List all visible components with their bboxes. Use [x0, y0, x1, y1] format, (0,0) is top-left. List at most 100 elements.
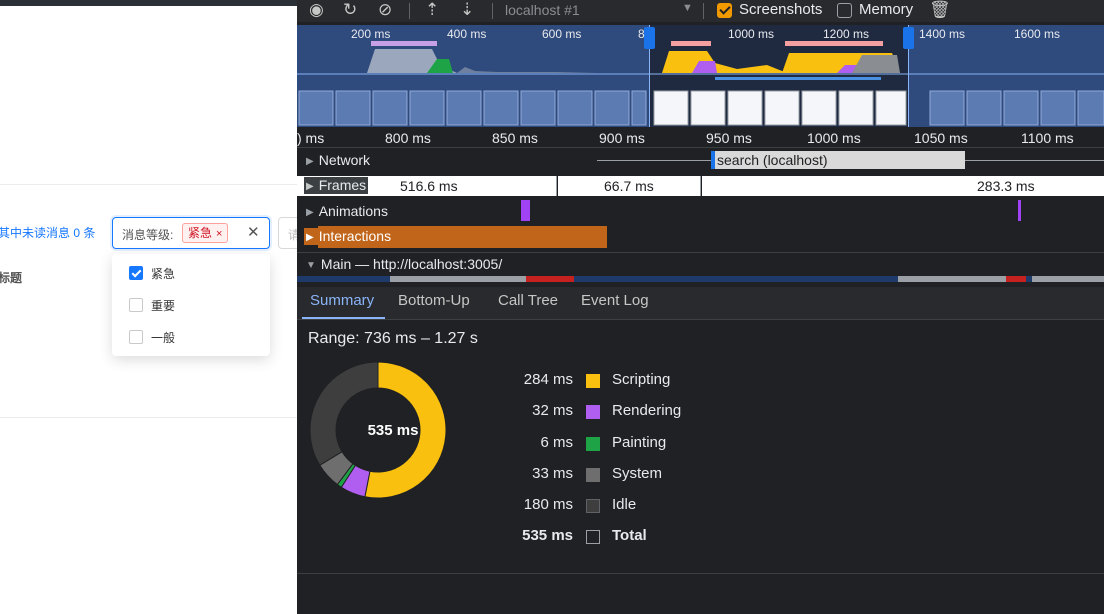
overview-tick: 8 [638, 27, 645, 41]
overview-tick: 1400 ms [919, 27, 966, 41]
ruler-tick: 800 ms [385, 130, 431, 146]
network-request-bar[interactable]: search (localhost) [711, 151, 965, 169]
reload-icon[interactable]: ↻ [343, 0, 357, 20]
level-option-normal[interactable]: 一般 [129, 329, 175, 347]
level-option-urgent[interactable]: 紧急 [129, 265, 175, 283]
timeline-overview[interactable]: 200 ms 400 ms 600 ms 8 1000 ms 1200 ms 1… [297, 25, 1104, 127]
level-dropdown-menu: 紧急 重要 一般 [112, 254, 270, 356]
expand-triangle-icon[interactable]: ▶ [306, 207, 314, 218]
overview-tick: 400 ms [447, 27, 487, 41]
overview-graph [297, 25, 1104, 127]
animation-marker[interactable] [1018, 200, 1021, 221]
checkbox-checked-icon[interactable] [129, 266, 143, 280]
screenshots-label[interactable]: Screenshots [739, 1, 822, 18]
summary-row-name: Idle [612, 496, 637, 513]
trash-icon[interactable]: 🗑 [929, 0, 951, 20]
collapse-triangle-icon[interactable]: ▼ [306, 260, 316, 271]
animations-track-header[interactable]: ▶ Animations [306, 203, 388, 219]
summary-row-idle: 180 ms Idle [497, 494, 797, 516]
profile-select[interactable]: localhost #1 [505, 2, 580, 18]
main-track-label: Main — http://localhost:3005/ [320, 256, 503, 272]
long-task-marker[interactable] [526, 276, 574, 282]
network-track[interactable]: ▶ Network search (localhost) [297, 149, 1104, 173]
tag-close-icon[interactable]: × [216, 228, 222, 240]
tab-summary[interactable]: Summary [310, 292, 374, 309]
donut-total-label: 535 ms [367, 422, 419, 439]
task-block[interactable] [390, 276, 526, 282]
ruler-tick: 1050 ms [914, 130, 968, 146]
tab-event-log[interactable]: Event Log [581, 292, 649, 309]
summary-row-name: Rendering [612, 402, 682, 419]
interactions-track[interactable]: ▶ Interactions [297, 224, 1104, 250]
long-task-marker[interactable] [1006, 276, 1026, 282]
task-block[interactable] [1032, 276, 1104, 282]
download-icon[interactable]: ⇣ [460, 0, 474, 20]
toolbar-separator [492, 3, 493, 19]
checkbox-icon[interactable] [129, 298, 143, 312]
summary-row-value: 32 ms [532, 402, 573, 419]
upload-icon[interactable]: ⇡ [425, 0, 439, 20]
frames-track-header[interactable]: ▶ Frames [304, 177, 369, 195]
task-block[interactable] [898, 276, 1006, 282]
network-track-header[interactable]: ▶ Network [306, 152, 370, 168]
overview-tick: 200 ms [351, 27, 391, 41]
frame-segment[interactable]: 66.7 ms [558, 176, 701, 196]
frames-track[interactable]: 516.6 ms 66.7 ms 283.3 ms ▶ Frames [297, 175, 1104, 196]
summary-row-painting: 6 ms Painting [497, 432, 797, 454]
frames-track-label: Frames [318, 177, 367, 193]
overview-tick: 600 ms [542, 27, 582, 41]
request-whisker [597, 160, 711, 161]
ruler-tick: 950 ms [706, 130, 752, 146]
record-icon[interactable]: ◉ [309, 0, 324, 20]
expand-triangle-icon[interactable]: ▶ [306, 156, 314, 167]
overview-tick: 1600 ms [1014, 27, 1061, 41]
interactions-track-label: Interactions [318, 228, 392, 244]
tab-call-tree[interactable]: Call Tree [498, 292, 558, 309]
toolbar-separator [703, 3, 704, 19]
option-label: 重要 [151, 299, 176, 313]
summary-row-value: 284 ms [523, 371, 573, 388]
main-thread-track[interactable]: ▼ Main — http://localhost:3005/ [297, 252, 1104, 288]
memory-checkbox[interactable] [837, 3, 852, 18]
option-label: 紧急 [151, 267, 176, 281]
message-level-select[interactable]: 消息等级: 紧急 × ✕ [112, 217, 270, 249]
ruler-tick: 850 ms [492, 130, 538, 146]
ruler-tick: 1000 ms [807, 130, 861, 146]
frame-segment[interactable]: 283.3 ms [702, 176, 1104, 196]
selected-level-tag[interactable]: 紧急 × [182, 223, 229, 243]
legend-swatch [586, 468, 600, 482]
expand-triangle-icon[interactable]: ▶ [306, 178, 314, 195]
summary-row-rendering: 32 ms Rendering [497, 400, 797, 422]
chevron-down-icon[interactable]: ▼ [682, 2, 693, 14]
next-filter-input[interactable]: 请 [278, 217, 298, 249]
checkbox-icon[interactable] [129, 330, 143, 344]
animation-marker[interactable] [521, 200, 530, 221]
option-label: 一般 [151, 331, 176, 345]
active-tab-indicator [302, 317, 385, 319]
summary-range: Range: 736 ms – 1.27 s [308, 330, 478, 347]
summary-row-name: Scripting [612, 371, 671, 388]
summary-row-name: Total [612, 527, 647, 544]
memory-label[interactable]: Memory [859, 1, 913, 18]
expand-triangle-icon[interactable]: ▶ [306, 229, 314, 246]
tab-bottom-up[interactable]: Bottom-Up [398, 292, 470, 309]
summary-row-total: 535 ms Total [497, 525, 797, 547]
interactions-track-header[interactable]: ▶ Interactions [304, 228, 394, 246]
animations-track[interactable]: ▶ Animations [297, 198, 1104, 222]
unread-count-text: 其中未读消息 0 条 [0, 226, 96, 240]
screenshots-checkbox[interactable] [717, 3, 732, 18]
legend-swatch [586, 405, 600, 419]
details-tabbar: Summary Bottom-Up Call Tree Event Log [297, 287, 1104, 320]
column-header-title: 标题 [0, 271, 23, 285]
summary-row-value: 535 ms [522, 527, 573, 544]
time-ruler: ) ms 800 ms 850 ms 900 ms 950 ms 1000 ms… [297, 128, 1104, 148]
level-option-important[interactable]: 重要 [129, 297, 175, 315]
clear-selection-icon[interactable]: ✕ [247, 223, 260, 241]
page-top-bar [0, 0, 298, 6]
network-track-label: Network [318, 152, 371, 168]
ruler-tick: ) ms [297, 130, 325, 146]
clear-icon[interactable]: ⊘ [378, 0, 392, 20]
ruler-tick: 1100 ms [1021, 130, 1074, 146]
main-track-header[interactable]: ▼ Main — http://localhost:3005/ [306, 256, 502, 272]
summary-row-value: 180 ms [523, 496, 573, 513]
